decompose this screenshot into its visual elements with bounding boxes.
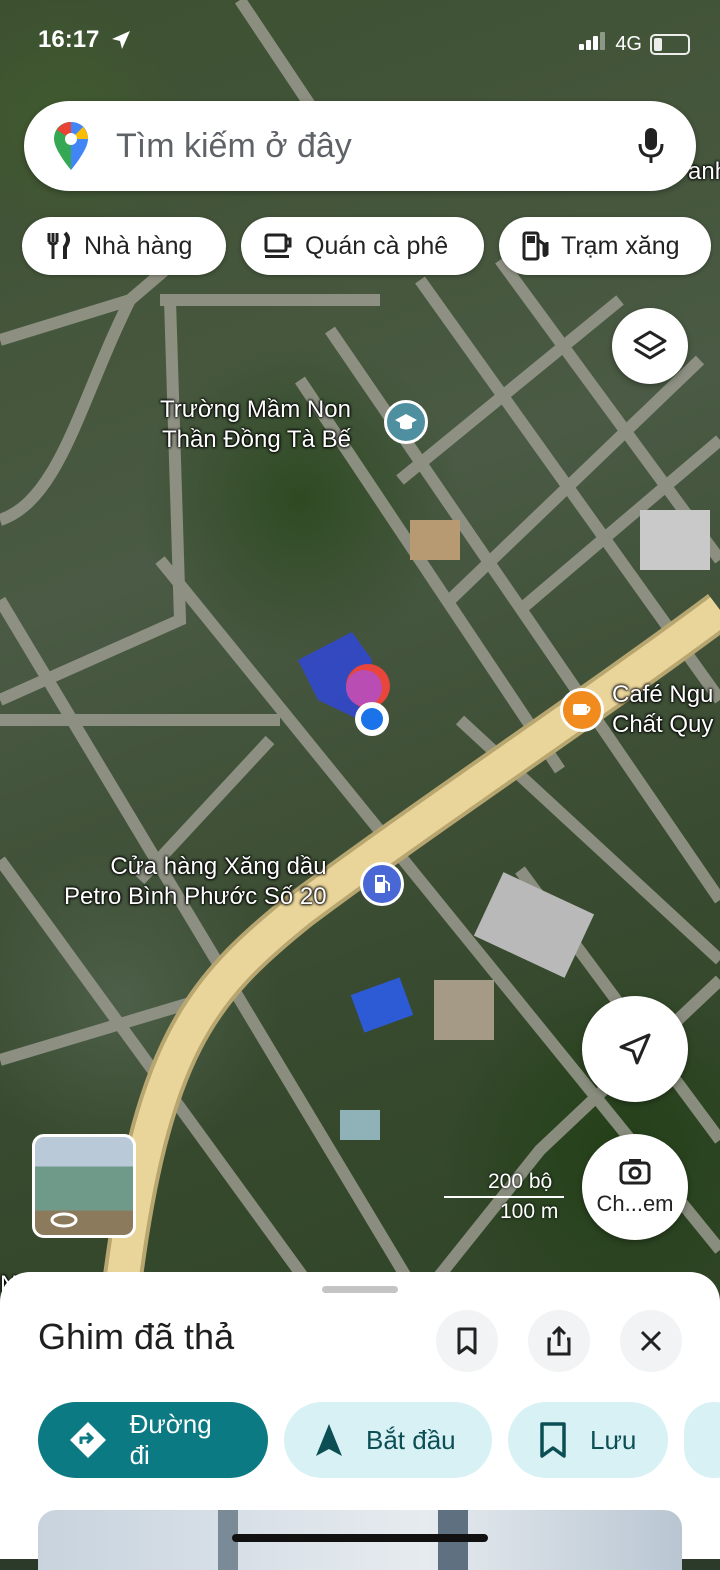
google-maps-logo-icon xyxy=(54,122,88,170)
battery-icon xyxy=(650,33,690,55)
scale-bottom-label: 100 m xyxy=(500,1200,559,1223)
bookmark-icon xyxy=(540,1422,566,1458)
fork-knife-icon xyxy=(47,231,70,259)
layers-button[interactable] xyxy=(612,308,688,384)
save-icon-button[interactable] xyxy=(436,1310,498,1372)
school-label-line2: Thần Đồng Tà Bế xyxy=(161,426,351,453)
directions-label: Đường đi xyxy=(129,1409,212,1470)
place-bottom-sheet[interactable]: Ghim đã thả Đường đi Bắt đầu Lưu xyxy=(0,1272,720,1570)
save-label: Lưu xyxy=(590,1424,637,1455)
coffee-cup-icon xyxy=(264,233,292,258)
gas-station-icon xyxy=(522,231,549,261)
chip-cafes-label: Quán cà phê xyxy=(305,231,449,260)
map-view[interactable]: Trường Mầm Non Thần Đồng Tà Bế Café Ngu … xyxy=(0,0,720,1300)
chip-gas-stations-label: Trạm xăng xyxy=(561,231,680,260)
status-time: 16:17 xyxy=(38,26,132,54)
gas-station-label[interactable]: Cửa hàng Xăng dầu Petro Bình Phước Số 20 xyxy=(64,852,327,912)
status-indicators: 4G xyxy=(579,32,690,56)
home-indicator[interactable] xyxy=(232,1534,488,1542)
sheet-grab-handle[interactable] xyxy=(322,1286,398,1293)
start-label: Bắt đầu xyxy=(366,1424,456,1455)
school-poi-icon[interactable] xyxy=(384,400,428,444)
cafe-poi-icon[interactable] xyxy=(560,688,604,732)
street-view-thumbnail[interactable] xyxy=(32,1134,136,1238)
navigation-arrow-icon xyxy=(316,1424,342,1456)
road-network xyxy=(0,0,720,1300)
gas-label-line2: Petro Bình Phước Số 20 xyxy=(64,883,327,910)
more-actions-chip[interactable] xyxy=(684,1402,720,1478)
gas-label-line1: Cửa hàng Xăng dầu xyxy=(110,853,327,880)
close-icon xyxy=(640,1330,662,1352)
lens-label: Ch...em xyxy=(596,1191,674,1216)
location-arrow-icon xyxy=(112,31,131,49)
directions-button[interactable]: Đường đi xyxy=(38,1402,268,1478)
navigation-arrow-icon xyxy=(619,1033,651,1065)
directions-icon xyxy=(70,1422,106,1458)
school-label-line1: Trường Mầm Non xyxy=(160,396,351,423)
share-icon xyxy=(547,1325,571,1356)
lens-button[interactable]: Ch...em xyxy=(582,1134,688,1240)
map-scale: 200 bộ 100 m xyxy=(444,1170,564,1224)
scale-top-label: 200 bộ xyxy=(488,1170,553,1193)
microphone-icon[interactable] xyxy=(636,126,666,166)
my-location-button[interactable] xyxy=(582,996,688,1102)
street-view-rotate-icon xyxy=(50,1212,78,1228)
search-bar[interactable]: Tìm kiếm ở đây xyxy=(24,101,696,191)
search-placeholder[interactable]: Tìm kiếm ở đây xyxy=(116,127,636,166)
share-button[interactable] xyxy=(528,1310,590,1372)
my-location-dot xyxy=(355,702,389,736)
start-button[interactable]: Bắt đầu xyxy=(284,1402,492,1478)
cafe-label-line1: Café Ngu xyxy=(612,681,714,708)
status-time-text: 16:17 xyxy=(38,26,100,53)
close-button[interactable] xyxy=(620,1310,682,1372)
chip-cafes[interactable]: Quán cà phê xyxy=(241,217,484,275)
chip-restaurants-label: Nhà hàng xyxy=(84,231,193,260)
bookmark-icon xyxy=(457,1327,477,1355)
camera-lens-icon xyxy=(619,1159,651,1185)
chip-gas-stations[interactable]: Trạm xăng xyxy=(499,217,711,275)
network-type: 4G xyxy=(615,32,642,55)
scale-bar xyxy=(444,1196,564,1198)
chip-restaurants[interactable]: Nhà hàng xyxy=(22,217,226,275)
school-label[interactable]: Trường Mầm Non Thần Đồng Tà Bế xyxy=(160,395,351,455)
save-button[interactable]: Lưu xyxy=(508,1402,668,1478)
cafe-label-line2: Chất Quy xyxy=(612,711,714,738)
signal-bars-icon xyxy=(579,32,607,56)
cafe-label[interactable]: Café Ngu Chất Quy xyxy=(612,680,713,740)
gas-poi-icon[interactable] xyxy=(360,862,404,906)
layers-icon xyxy=(633,330,667,360)
sheet-title: Ghim đã thả xyxy=(38,1316,235,1357)
